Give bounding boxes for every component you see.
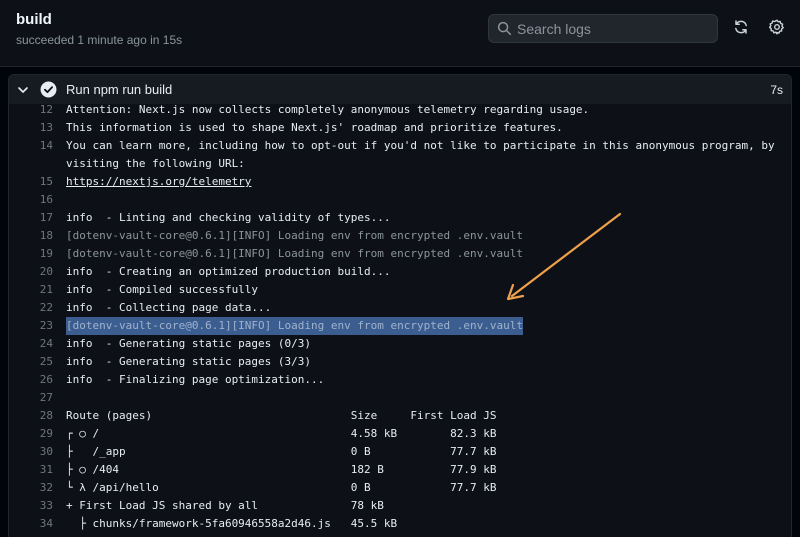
annotation-arrow-icon — [506, 212, 622, 301]
